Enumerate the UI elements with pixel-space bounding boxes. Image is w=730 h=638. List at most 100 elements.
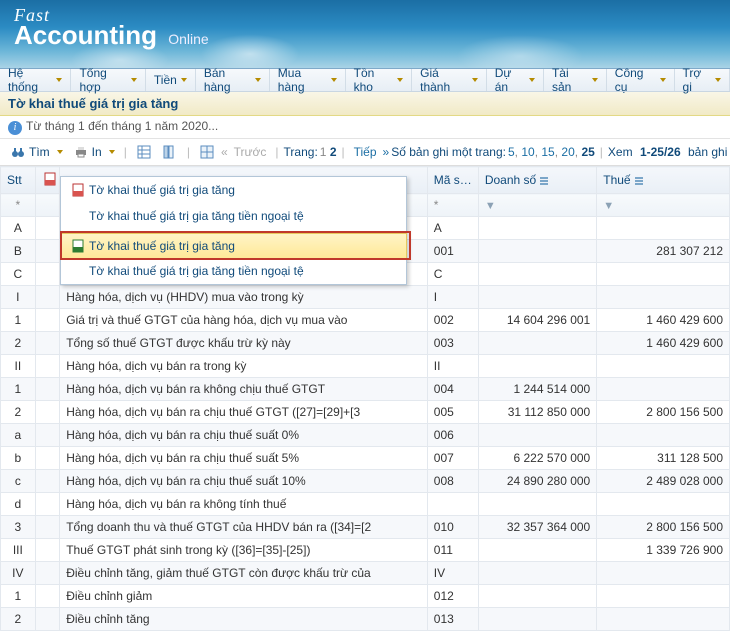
col-ma-so[interactable]: Mã số xyxy=(427,167,478,194)
cell-doanh-so xyxy=(478,286,596,309)
caret-icon xyxy=(56,78,62,82)
cell-ma-so: 007 xyxy=(427,447,478,470)
cell-stt: 2 xyxy=(1,608,36,631)
filter-stt[interactable]: * xyxy=(1,194,36,217)
info-bar: iTừ tháng 1 đến tháng 1 năm 2020... xyxy=(0,116,730,139)
cell-doanh-so: 31 112 850 000 xyxy=(478,401,596,424)
table-row[interactable]: IVĐiều chỉnh tăng, giảm thuế GTGT còn đư… xyxy=(1,562,730,585)
dropdown-item[interactable]: Tờ khai thuế giá trị gia tăng tiền ngoại… xyxy=(61,258,406,284)
cell-stt: C xyxy=(1,263,36,286)
col-export[interactable] xyxy=(35,167,60,194)
cell-ma-so: I xyxy=(427,286,478,309)
cell-ma-so xyxy=(427,493,478,516)
table-row[interactable]: IHàng hóa, dịch vụ (HHDV) mua vào trong … xyxy=(1,286,730,309)
menu-giá-thành[interactable]: Giá thành xyxy=(412,69,487,91)
filter-ds[interactable]: ▼ xyxy=(478,194,596,217)
table-row[interactable]: dHàng hóa, dịch vụ bán ra không tính thu… xyxy=(1,493,730,516)
cell-thue xyxy=(597,263,730,286)
export-dropdown[interactable]: Tờ khai thuế giá trị gia tăngTờ khai thu… xyxy=(60,176,407,285)
menu-bán-hàng[interactable]: Bán hàng xyxy=(196,69,270,91)
cell-doanh-so: 14 604 296 001 xyxy=(478,309,596,332)
menu-mua-hàng[interactable]: Mua hàng xyxy=(270,69,346,91)
cell-doanh-so: 1 244 514 000 xyxy=(478,378,596,401)
printer-icon xyxy=(73,144,89,160)
menu-trợ-gi[interactable]: Trợ gi xyxy=(675,69,730,91)
brand-main: Accounting Online xyxy=(14,22,716,48)
pdf-icon xyxy=(42,171,58,187)
find-button[interactable]: Tìm xyxy=(6,142,67,162)
table-row[interactable]: cHàng hóa, dịch vụ bán ra chịu thuế suất… xyxy=(1,470,730,493)
tool-table-icon[interactable] xyxy=(195,142,219,162)
last-page-icon[interactable]: » xyxy=(383,145,390,159)
caret-icon xyxy=(331,78,337,82)
menu-tồn-kho[interactable]: Tồn kho xyxy=(346,69,413,91)
table-row[interactable]: 2Tổng số thuế GTGT được khấu trừ kỳ này0… xyxy=(1,332,730,355)
filter-thue[interactable]: ▼ xyxy=(597,194,730,217)
table-row[interactable]: 2Điều chỉnh tăng013 xyxy=(1,608,730,631)
table-row[interactable]: 1Hàng hóa, dịch vụ bán ra không chịu thu… xyxy=(1,378,730,401)
col-thue[interactable]: Thuế xyxy=(597,167,730,194)
col-doanh-so[interactable]: Doanh số xyxy=(478,167,596,194)
col-stt[interactable]: Stt xyxy=(1,167,36,194)
cell-thue xyxy=(597,378,730,401)
print-button[interactable]: In xyxy=(69,142,119,162)
cell-doanh-so xyxy=(478,539,596,562)
dropdown-item[interactable]: Tờ khai thuế giá trị gia tăng xyxy=(61,177,406,203)
pdf-icon xyxy=(67,183,89,197)
cell-dien-giai: Thuế GTGT phát sinh trong kỳ ([36]=[35]-… xyxy=(60,539,428,562)
table-row[interactable]: 3Tổng doanh thu và thuế GTGT của HHDV bá… xyxy=(1,516,730,539)
page-2[interactable]: 2 xyxy=(326,145,336,159)
next-page[interactable]: Tiếp xyxy=(350,143,381,161)
table-row[interactable]: 1Giá trị và thuế GTGT của hàng hóa, dịch… xyxy=(1,309,730,332)
caret-icon xyxy=(255,78,261,82)
menu-công-cụ[interactable]: Công cụ xyxy=(607,69,675,91)
table-row[interactable]: 2Hàng hóa, dịch vụ bán ra chịu thuế GTGT… xyxy=(1,401,730,424)
table-row[interactable]: aHàng hóa, dịch vụ bán ra chịu thuế suất… xyxy=(1,424,730,447)
page-title: Tờ khai thuế giá trị gia tăng xyxy=(0,92,730,116)
caret-icon xyxy=(109,150,115,154)
menu-tổng-hợp[interactable]: Tổng hợp xyxy=(71,69,145,91)
table-row[interactable]: IIHàng hóa, dịch vụ bán ra trong kỳII xyxy=(1,355,730,378)
cell-doanh-so xyxy=(478,332,596,355)
menu-dự-án[interactable]: Dự án xyxy=(487,69,544,91)
brand-sub: Online xyxy=(168,31,208,47)
cell-stt: 1 xyxy=(1,378,36,401)
tool-grid-icon[interactable] xyxy=(132,142,156,162)
cell-stt: d xyxy=(1,493,36,516)
cell-ma-so: 004 xyxy=(427,378,478,401)
menu-hệ-thống[interactable]: Hệ thống xyxy=(0,69,71,91)
cell-stt: b xyxy=(1,447,36,470)
menu-tài-sản[interactable]: Tài sản xyxy=(544,69,607,91)
menu-tiền[interactable]: Tiền xyxy=(146,69,196,91)
table-row[interactable]: bHàng hóa, dịch vụ bán ra chịu thuế suất… xyxy=(1,447,730,470)
first-page-icon[interactable]: « xyxy=(221,145,228,159)
perpage-25[interactable]: 25 xyxy=(578,145,595,159)
cell-thue: 2 800 156 500 xyxy=(597,401,730,424)
cell-stt: a xyxy=(1,424,36,447)
cell-ma-so: C xyxy=(427,263,478,286)
perpage-10[interactable]: 10 xyxy=(518,145,535,159)
view-range: 1-25/26 xyxy=(640,145,681,159)
cell-doanh-so: 32 357 364 000 xyxy=(478,516,596,539)
tool-col-icon[interactable] xyxy=(158,142,182,162)
cell-thue xyxy=(597,608,730,631)
cell-thue xyxy=(597,217,730,240)
table-row[interactable]: 1Điều chỉnh giảm012 xyxy=(1,585,730,608)
cell-thue: 1 339 726 900 xyxy=(597,539,730,562)
cell-stt: III xyxy=(1,539,36,562)
dropdown-item[interactable]: Tờ khai thuế giá trị gia tăng xyxy=(60,233,407,259)
filter-ms[interactable]: * xyxy=(427,194,478,217)
cell-dien-giai: Giá trị và thuế GTGT của hàng hóa, dịch … xyxy=(60,309,428,332)
cell-dien-giai: Hàng hóa, dịch vụ bán ra chịu thuế GTGT … xyxy=(60,401,428,424)
perpage-5[interactable]: 5 xyxy=(508,145,515,159)
cell-ma-so: 003 xyxy=(427,332,478,355)
cell-ma-so: 010 xyxy=(427,516,478,539)
perpage-20[interactable]: 20 xyxy=(558,145,575,159)
cell-thue: 311 128 500 xyxy=(597,447,730,470)
table-row[interactable]: III Thuế GTGT phát sinh trong kỳ ([36]=[3… xyxy=(1,539,730,562)
cell-doanh-so xyxy=(478,240,596,263)
prev-page[interactable]: Trước xyxy=(230,143,271,161)
dropdown-item[interactable]: Tờ khai thuế giá trị gia tăng tiền ngoại… xyxy=(61,203,406,229)
cell-doanh-so xyxy=(478,424,596,447)
perpage-15[interactable]: 15 xyxy=(538,145,555,159)
